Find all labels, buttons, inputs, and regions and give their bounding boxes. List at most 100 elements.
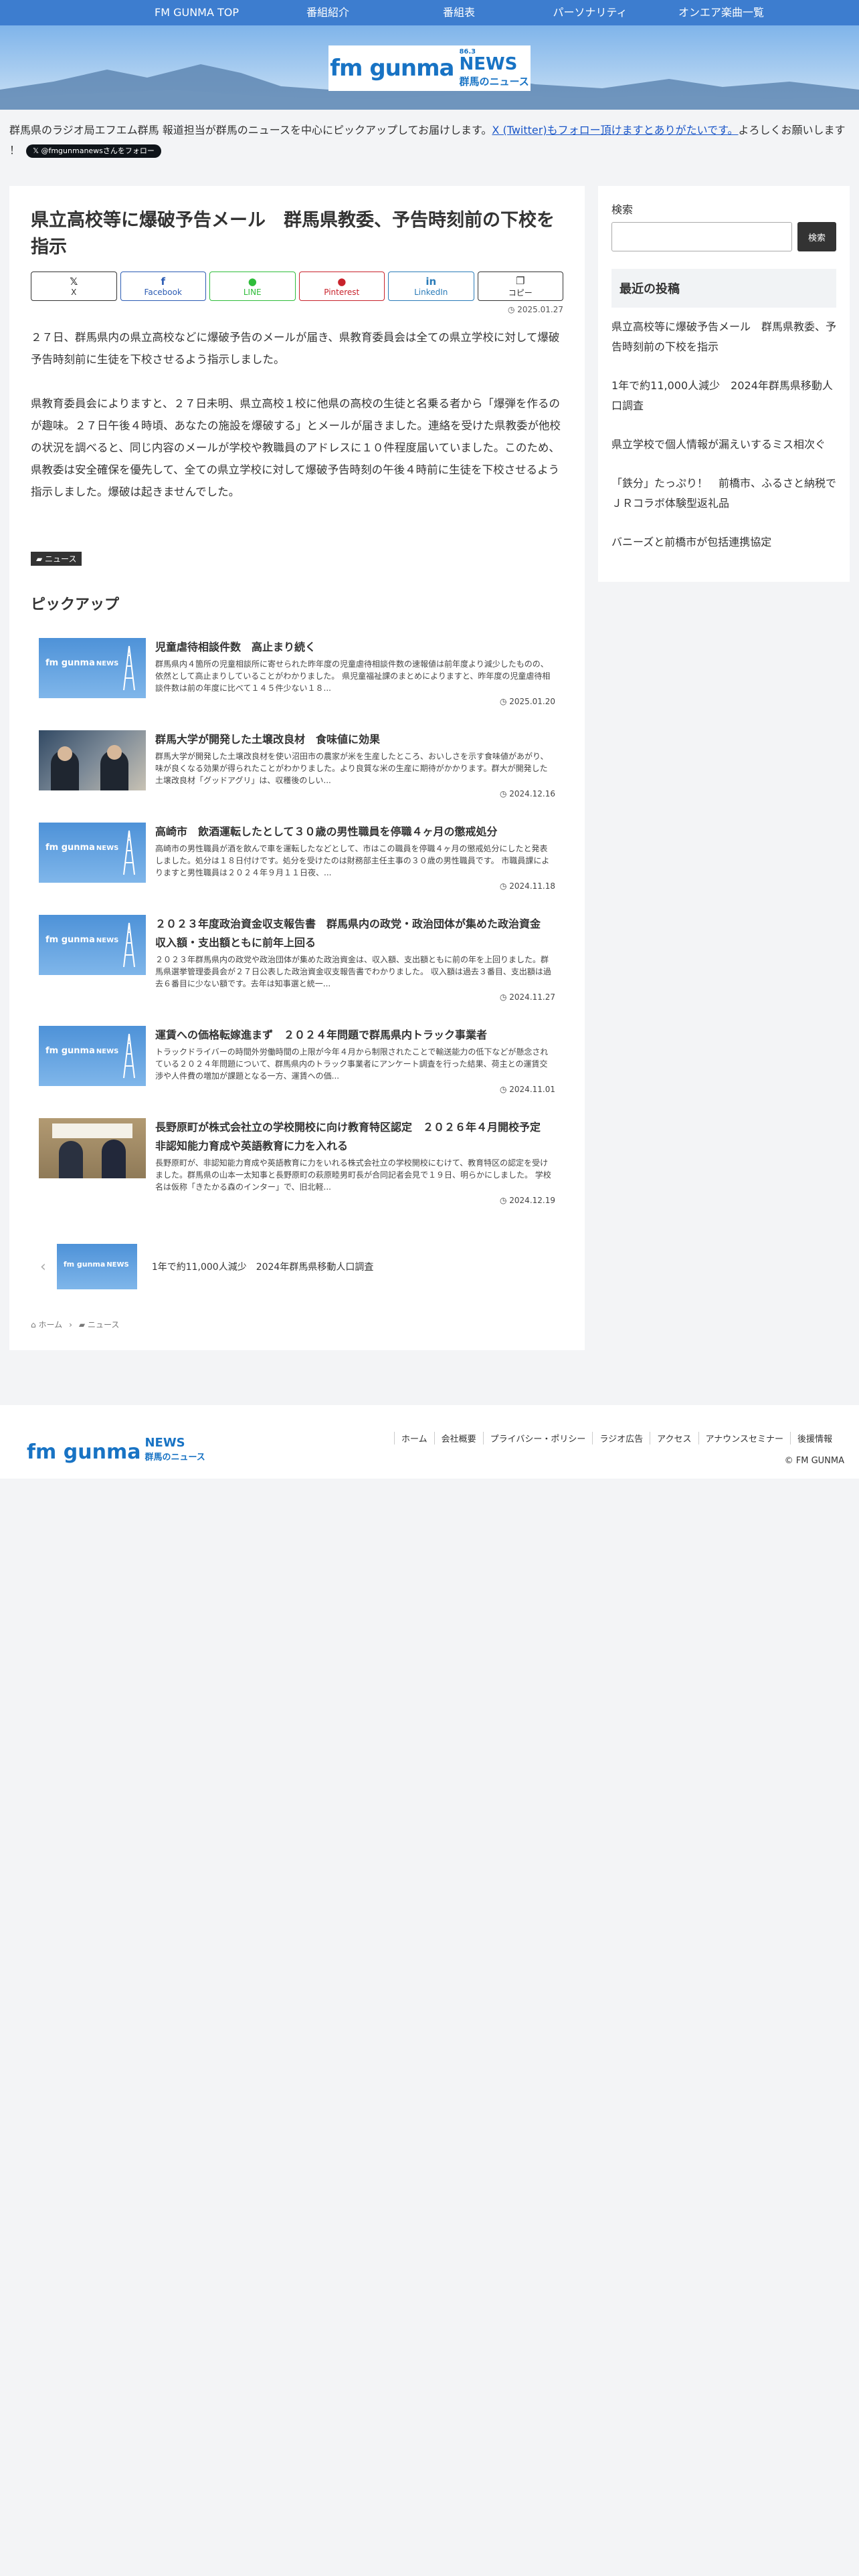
line-icon: ● <box>248 276 257 288</box>
search-form: 検索 <box>611 222 836 251</box>
thumbnail-logo: fm gunma NEWS <box>45 843 119 853</box>
nav-item-onair-songs[interactable]: オンエア楽曲一覧 <box>656 0 787 25</box>
footer-link-access[interactable]: アクセス <box>650 1432 698 1444</box>
recent-posts-heading: 最近の投稿 <box>611 269 836 308</box>
footer-link-sponsorship[interactable]: 後援情報 <box>789 1432 839 1444</box>
clock-icon: ◷ <box>499 992 510 1002</box>
header-banner: fm gunma 86.3 NEWS 群馬のニュース <box>0 25 859 110</box>
category-label: ニュース <box>45 554 77 564</box>
footer-logo-subtitle: 群馬のニュース <box>145 1453 205 1463</box>
pickup-item-snippet: 群馬大学が開発した土壌改良材を使い沼田市の農家が米を生産したところ、おいしさを示… <box>155 752 549 785</box>
pickup-item-date: ◷ 2024.12.16 <box>155 789 555 798</box>
pickup-item[interactable]: 群馬大学が開発した土壌改良材 食味値に効果 群馬大学が開発した土壌改良材を使い沼… <box>31 718 563 811</box>
top-navigation: FM GUNMA TOP 番組紹介 番組表 パーソナリティ オンエア楽曲一覧 <box>0 0 859 25</box>
breadcrumb-category[interactable]: ▰ ニュース <box>79 1319 119 1330</box>
facebook-icon: f <box>161 276 166 288</box>
pickup-thumbnail: fm gunma NEWS <box>39 638 146 698</box>
share-line-label: LINE <box>243 288 262 297</box>
pickup-item-title: 児童虐待相談件数 高止まり続く <box>155 641 316 653</box>
recent-post-item[interactable]: 1年で約11,000人減少 2024年群馬県移動人口調査 <box>611 366 836 425</box>
footer-link-announce-seminar[interactable]: アナウンスセミナー <box>698 1432 790 1444</box>
pickup-content: 群馬大学が開発した土壌改良材 食味値に効果 群馬大学が開発した土壌改良材を使い沼… <box>155 730 555 798</box>
footer-link-company[interactable]: 会社概要 <box>434 1432 483 1444</box>
pickup-item[interactable]: fm gunma NEWS ２０２３年度政治資金収支報告書 群馬県内の政党・政治団… <box>31 903 563 1014</box>
pickup-item[interactable]: 長野原町が株式会社立の学校開校に向け教育特区認定 ２０２６年４月開校予定 非認知… <box>31 1106 563 1217</box>
pickup-item-title: 運賃への価格転嫁進まず ２０２４年問題で群馬県内トラック事業者 <box>155 1029 488 1041</box>
pickup-item[interactable]: fm gunma NEWS 運賃への価格転嫁進まず ２０２４年問題で群馬県内トラッ… <box>31 1014 563 1106</box>
breadcrumb-home[interactable]: ⌂ ホーム <box>31 1319 62 1330</box>
sidebar: 検索 検索 最近の投稿 県立高校等に爆破予告メール 群馬県教委、予告時刻前の下校… <box>598 186 850 582</box>
category-tag[interactable]: ▰ ニュース <box>31 552 82 566</box>
notice-text: 群馬県のラジオ局エフエム群馬 報道担当が群馬のニュースを中心にピックアップしてお… <box>9 124 492 136</box>
carousel-thumbnail[interactable]: fm gunma NEWS <box>56 1244 137 1289</box>
home-icon: ⌂ <box>31 1320 39 1329</box>
chevron-left-icon[interactable]: ‹ <box>40 1259 46 1275</box>
pickup-item-date: ◷ 2024.11.27 <box>155 992 555 1002</box>
pickup-thumbnail: fm gunma NEWS <box>39 823 146 883</box>
recent-post-item[interactable]: 県立学校で個人情報が漏えいするミス相次ぐ <box>611 425 836 464</box>
footer-link-radio-ads[interactable]: ラジオ広告 <box>592 1432 650 1444</box>
content-container: 県立高校等に爆破予告メール 群馬県教委、予告時刻前の下校を指示 𝕏 X f Fa… <box>0 186 859 1350</box>
pickup-content: 児童虐待相談件数 高止まり続く 群馬県内４箇所の児童相談所に寄せられた昨年度の児… <box>155 638 555 706</box>
photo-person <box>59 1141 83 1178</box>
share-linkedin-button[interactable]: in LinkedIn <box>388 272 474 301</box>
clock-icon: ◷ <box>499 789 510 798</box>
pickup-item-snippet: 高崎市の男性職員が酒を飲んで車を運転したなどとして、市はこの職員を停職４ヶ月の懲… <box>155 844 550 877</box>
site-logo[interactable]: fm gunma 86.3 NEWS 群馬のニュース <box>328 45 531 91</box>
site-footer: fm gunma NEWS 群馬のニュース ホーム 会社概要 プライバシー・ポリ… <box>0 1405 859 1479</box>
footer-logo-brand: fm gunma <box>27 1440 141 1464</box>
pickup-content: 高崎市 飲酒運転したとして３０歳の男性職員を停職４ヶ月の懲戒処分 高崎市の男性職… <box>155 823 555 891</box>
search-input[interactable] <box>611 222 792 251</box>
footer-link-privacy[interactable]: プライバシー・ポリシー <box>482 1432 593 1444</box>
x-follow-button[interactable]: 𝕏 @fmgunmanewsさんをフォロー <box>26 144 161 158</box>
folder-icon: ▰ <box>36 554 45 564</box>
radio-tower-icon <box>123 1033 135 1079</box>
pickup-content: 長野原町が株式会社立の学校開校に向け教育特区認定 ２０２６年４月開校予定 非認知… <box>155 1118 555 1205</box>
thumbnail-logo: fm gunma NEWS <box>45 935 119 945</box>
footer-logo-news: NEWS <box>145 1436 185 1450</box>
pickup-item-date: ◷ 2024.12.19 <box>155 1196 555 1205</box>
pickup-date-value: 2024.12.16 <box>509 789 555 798</box>
copyright: © FM GUNMA <box>784 1456 844 1466</box>
logo-right: 86.3 NEWS 群馬のニュース <box>459 48 529 88</box>
pickup-thumbnail: fm gunma NEWS <box>39 915 146 975</box>
x-icon: 𝕏 <box>70 276 78 288</box>
pickup-item[interactable]: fm gunma NEWS 児童虐待相談件数 高止まり続く 群馬県内４箇所の児童相… <box>31 626 563 718</box>
article-date: ◷ 2025.01.27 <box>31 305 563 314</box>
share-buttons: 𝕏 X f Facebook ● LINE ● Pinterest in Lin… <box>31 272 563 301</box>
thumbnail-logo: fm gunma NEWS <box>63 1260 129 1269</box>
share-x-button[interactable]: 𝕏 X <box>31 272 117 301</box>
twitter-follow-link[interactable]: X (Twitter)もフォロー頂けますとありがたいです。 <box>492 124 738 136</box>
logo-subtitle: 群馬のニュース <box>459 76 529 88</box>
footer-link-home[interactable]: ホーム <box>394 1432 434 1444</box>
pickup-date-value: 2024.12.19 <box>509 1196 555 1205</box>
pickup-thumbnail <box>39 730 146 790</box>
chevron-right-icon: › <box>69 1319 72 1329</box>
nav-item-fm-gunma-top[interactable]: FM GUNMA TOP <box>131 0 262 25</box>
photo-person-head <box>58 746 72 761</box>
share-pinterest-button[interactable]: ● Pinterest <box>298 272 385 301</box>
recent-post-item[interactable]: バニーズと前橋市が包括連携協定 <box>611 523 836 562</box>
pickup-item[interactable]: fm gunma NEWS 高崎市 飲酒運転したとして３０歳の男性職員を停職４ヶ月… <box>31 811 563 903</box>
clock-icon: ◷ <box>499 1196 510 1205</box>
share-copy-button[interactable]: ❐ コピー <box>477 272 563 301</box>
nav-item-personality[interactable]: パーソナリティ <box>524 0 656 25</box>
article-paragraph: ２７日、群馬県内の県立高校などに爆破予告のメールが届き、県教育委員会は全ての県立… <box>31 331 560 366</box>
search-button[interactable]: 検索 <box>797 222 836 251</box>
article-paragraph: 県教育委員会によりますと、２７日未明、県立高校１校に他県の高校の生徒と名乗る者か… <box>31 397 561 498</box>
share-line-button[interactable]: ● LINE <box>209 272 296 301</box>
share-facebook-button[interactable]: f Facebook <box>120 272 206 301</box>
footer-logo[interactable]: fm gunma NEWS 群馬のニュース <box>27 1436 205 1463</box>
linkedin-icon: in <box>425 276 437 288</box>
logo-brand: fm gunma <box>330 55 454 82</box>
pickup-thumbnail <box>39 1118 146 1178</box>
recent-post-item[interactable]: 「鉄分」たっぷり！ 前橋市、ふるさと納税でＪＲコラボ体験型返礼品 <box>611 464 836 523</box>
nav-item-programs[interactable]: 番組紹介 <box>262 0 393 25</box>
article-date-value: 2025.01.27 <box>517 305 563 314</box>
carousel-item-link[interactable]: 1年で約11,000人減少 2024年群馬県移動人口調査 <box>152 1260 374 1273</box>
pickup-item-snippet: 群馬県内４箇所の児童相談所に寄せられた昨年度の児童虐待相談件数の速報値は前年度よ… <box>155 659 551 693</box>
article-body: ２７日、群馬県内の県立高校などに爆破予告のメールが届き、県教育委員会は全ての県立… <box>31 326 563 503</box>
nav-item-timetable[interactable]: 番組表 <box>393 0 524 25</box>
article-title: 県立高校等に爆破予告メール 群馬県教委、予告時刻前の下校を指示 <box>31 210 555 257</box>
recent-post-item[interactable]: 県立高校等に爆破予告メール 群馬県教委、予告時刻前の下校を指示 <box>611 308 836 366</box>
